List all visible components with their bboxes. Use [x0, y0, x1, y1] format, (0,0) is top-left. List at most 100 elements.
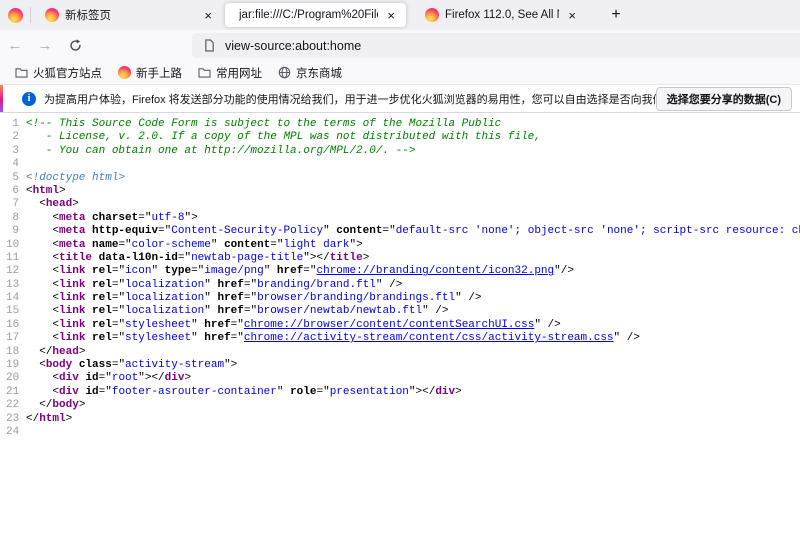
- line-number: 18: [6, 346, 26, 359]
- source-token: div: [165, 372, 185, 384]
- source-token: content: [336, 225, 382, 237]
- forward-button[interactable]: →: [30, 33, 60, 59]
- source-line: 20 <div id="root"></div>: [0, 372, 800, 385]
- source-token: ">: [184, 212, 197, 224]
- source-token: "></: [303, 252, 329, 264]
- source-token: rel: [92, 305, 112, 317]
- source-line-code: <link rel="localization" href="browser/b…: [26, 292, 800, 305]
- bookmark-getting-started[interactable]: 新手上路: [111, 63, 189, 83]
- tab-separator: [30, 7, 31, 23]
- source-line-code: <link rel="icon" type="image/png" href="…: [26, 265, 800, 278]
- source-token: =": [178, 252, 191, 264]
- source-token: [92, 252, 99, 264]
- line-number: 4: [6, 158, 26, 171]
- source-token: id: [85, 372, 98, 384]
- source-token: " />: [614, 332, 640, 344]
- source-token: "/>: [554, 265, 574, 277]
- source-token: href: [204, 332, 230, 344]
- close-icon[interactable]: ×: [201, 8, 215, 23]
- firefox-favicon-icon: [45, 8, 59, 22]
- folder-icon: [198, 67, 211, 78]
- source-token: href: [204, 319, 230, 331]
- source-token: content: [224, 239, 270, 251]
- source-line: 21 <div id="footer-asrouter-container" r…: [0, 386, 800, 399]
- source-line-code: <div id="footer-asrouter-container" role…: [26, 386, 800, 399]
- source-line-code: [26, 158, 800, 171]
- source-token: =": [138, 212, 151, 224]
- source-token: =": [158, 225, 171, 237]
- source-token: >: [59, 185, 66, 197]
- source-token: <: [26, 239, 59, 251]
- back-button[interactable]: ←: [0, 33, 30, 59]
- source-line: 4: [0, 158, 800, 171]
- source-token: </: [26, 413, 39, 425]
- source-token: =": [191, 265, 204, 277]
- firefox-icon: [118, 66, 131, 79]
- bookmark-jd-mall[interactable]: 京东商城: [271, 63, 349, 83]
- source-token: >: [79, 399, 86, 411]
- source-token: [72, 359, 79, 371]
- source-line: 10 <meta name="color-scheme" content="li…: [0, 239, 800, 252]
- source-token: <: [26, 319, 59, 331]
- source-token: =": [112, 279, 125, 291]
- source-token: =": [99, 386, 112, 398]
- source-link[interactable]: chrome://browser/content/contentSearchUI…: [244, 319, 534, 331]
- data-sharing-notification-bar: i 为提高用户体验，Firefox 将发送部分功能的使用情况给我们，用于进一步优…: [0, 85, 800, 113]
- source-token: " />: [534, 319, 560, 331]
- source-link[interactable]: chrome://branding/content/icon32.png: [317, 265, 555, 277]
- source-token: =": [383, 225, 396, 237]
- line-number: 19: [6, 359, 26, 372]
- source-line-code: <!-- This Source Code Form is subject to…: [26, 118, 800, 131]
- firefox-view-button[interactable]: [0, 0, 30, 30]
- source-token: browser/newtab/newtab.ftl: [257, 305, 422, 317]
- source-token: =": [244, 305, 257, 317]
- source-token: ">: [224, 359, 237, 371]
- source-token: =": [118, 239, 131, 251]
- source-token: html: [33, 185, 59, 197]
- source-token: link: [59, 305, 85, 317]
- notification-message: 为提高用户体验，Firefox 将发送部分功能的使用情况给我们，用于进一步优化火…: [44, 91, 656, 107]
- source-token: name: [92, 239, 118, 251]
- close-icon[interactable]: ×: [384, 8, 398, 23]
- source-token: meta: [59, 212, 85, 224]
- tab-jar-file-active[interactable]: jar:file:///C:/Program%20Files/M ×: [225, 3, 406, 27]
- source-line: 3 - You can obtain one at http://mozilla…: [0, 145, 800, 158]
- source-token: meta: [59, 225, 85, 237]
- source-line-code: <body class="activity-stream">: [26, 359, 800, 372]
- source-line: 24: [0, 426, 800, 439]
- source-line: 11 <title data-l10n-id="newtab-page-titl…: [0, 252, 800, 265]
- address-bar[interactable]: view-source:about:home: [192, 33, 800, 58]
- source-token: <: [26, 185, 33, 197]
- choose-shared-data-button[interactable]: 选择您要分享的数据(C): [656, 87, 792, 111]
- source-token: =": [112, 332, 125, 344]
- line-number: 1: [6, 118, 26, 131]
- source-token: ": [323, 225, 336, 237]
- source-token: data-l10n-id: [99, 252, 178, 264]
- bookmark-folder-firefox-official[interactable]: 火狐官方站点: [8, 63, 109, 83]
- source-link[interactable]: chrome://activity-stream/content/css/act…: [244, 332, 614, 344]
- bookmark-folder-common-sites[interactable]: 常用网址: [191, 63, 269, 83]
- line-number: 8: [6, 212, 26, 225]
- source-token: head: [46, 198, 72, 210]
- source-token: stylesheet: [125, 332, 191, 344]
- source-token: =": [99, 372, 112, 384]
- close-icon[interactable]: ×: [565, 8, 579, 23]
- line-number: 9: [6, 225, 26, 238]
- source-token: image/png: [204, 265, 263, 277]
- source-line-code: - You can obtain one at http://mozilla.o…: [26, 145, 800, 158]
- tab-firefox-release-notes[interactable]: Firefox 112.0, See All New Fea ×: [417, 3, 587, 27]
- source-token: href: [217, 292, 243, 304]
- reload-button[interactable]: [60, 33, 90, 59]
- source-token: meta: [59, 239, 85, 251]
- source-token: body: [46, 359, 72, 371]
- source-token: head: [52, 346, 78, 358]
- source-token: <: [26, 198, 46, 210]
- source-token: =": [244, 279, 257, 291]
- source-line-code: <link rel="localization" href="branding/…: [26, 279, 800, 292]
- new-tab-button[interactable]: +: [604, 3, 628, 27]
- source-token: http-equiv: [92, 225, 158, 237]
- source-line: 13 <link rel="localization" href="brandi…: [0, 279, 800, 292]
- line-number: 5: [6, 172, 26, 185]
- bookmark-label: 京东商城: [296, 65, 342, 81]
- tab-new-tab[interactable]: 新标签页 ×: [37, 3, 223, 27]
